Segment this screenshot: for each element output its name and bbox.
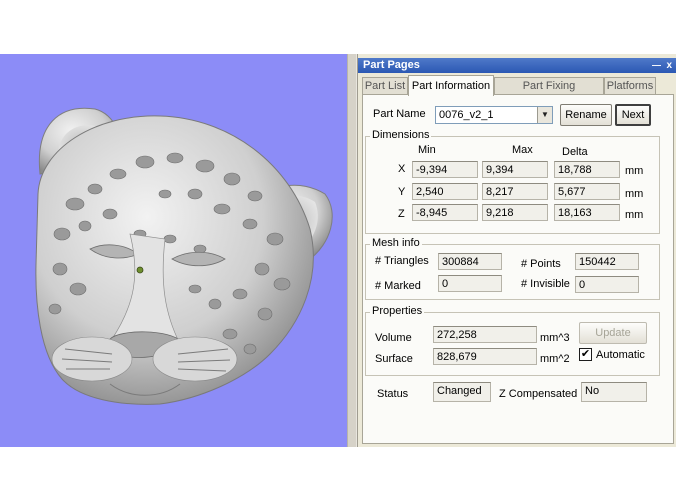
panel-title-bar: Part Pages ― x <box>358 58 676 73</box>
part-name-select[interactable]: 0076_v2_1 ▼ <box>435 106 553 124</box>
surface-label: Surface <box>375 353 413 365</box>
status-field: Changed <box>433 382 491 402</box>
panel-title: Part Pages <box>363 59 420 71</box>
tab-platforms[interactable]: Platforms <box>604 77 656 94</box>
tab-part-fixing-information[interactable]: Part Fixing Information <box>494 77 604 109</box>
y-unit: mm <box>625 188 644 200</box>
panel-splitter[interactable] <box>347 54 357 447</box>
max-header: Max <box>512 144 533 156</box>
marked-label: # Marked <box>375 280 421 292</box>
3d-viewport[interactable] <box>0 54 347 447</box>
dimensions-title: Dimensions <box>370 129 432 141</box>
mesh-info-title: Mesh info <box>370 237 422 249</box>
part-name-value: 0076_v2_1 <box>439 109 494 121</box>
marked-field: 0 <box>438 275 502 292</box>
invisible-label: # Invisible <box>521 278 570 290</box>
z-max-field: 9,218 <box>482 204 548 221</box>
properties-group: Properties Volume 272,258 mm^3 Update Su… <box>365 305 660 376</box>
status-label: Status <box>377 388 409 400</box>
part-pages-panel: Part Pages ― x Part List Part Informatio… <box>357 54 676 447</box>
y-min-field: 2,540 <box>412 183 478 200</box>
volume-unit: mm^3 <box>540 332 570 344</box>
chevron-down-icon[interactable]: ▼ <box>537 107 552 123</box>
x-delta-field: 18,788 <box>554 161 620 178</box>
y-delta-field: 5,677 <box>554 183 620 200</box>
x-unit: mm <box>625 165 644 177</box>
triangles-label: # Triangles <box>375 255 429 267</box>
surface-unit: mm^2 <box>540 353 570 365</box>
y-max-field: 8,217 <box>482 183 548 200</box>
mesh-info-group: Mesh info # Triangles 300884 # Points 15… <box>365 237 660 300</box>
points-field: 150442 <box>575 253 639 270</box>
automatic-checkbox[interactable]: ✔ <box>579 348 592 361</box>
rename-button[interactable]: Rename <box>560 104 612 126</box>
z-compensated-field: No <box>581 382 647 402</box>
automatic-label: Automatic <box>596 349 645 361</box>
update-button[interactable]: Update <box>579 322 647 344</box>
tab-part-list[interactable]: Part List <box>362 77 408 94</box>
x-min-field: -9,394 <box>412 161 478 178</box>
z-delta-field: 18,163 <box>554 204 620 221</box>
pivot-point <box>136 266 144 274</box>
y-axis-label: Y <box>398 186 406 198</box>
z-unit: mm <box>625 209 644 221</box>
pin-icon[interactable]: ― <box>652 58 661 73</box>
volume-label: Volume <box>375 332 412 344</box>
invisible-field: 0 <box>575 276 639 293</box>
dimensions-group: Dimensions Min Max Delta X -9,394 9,394 … <box>365 129 660 234</box>
triangles-field: 300884 <box>438 253 502 270</box>
surface-field: 828,679 <box>433 348 537 365</box>
delta-header: Delta <box>562 146 588 158</box>
x-axis-label: X <box>398 163 406 175</box>
points-label: # Points <box>521 258 561 270</box>
volume-field: 272,258 <box>433 326 537 343</box>
tab-part-information[interactable]: Part Information <box>408 75 494 96</box>
leopard-head-model <box>35 107 333 405</box>
z-min-field: -8,945 <box>412 204 478 221</box>
z-compensated-label: Z Compensated <box>499 388 578 400</box>
x-max-field: 9,394 <box>482 161 548 178</box>
part-information-page: Part Name 0076_v2_1 ▼ Rename Next Dimens… <box>362 94 674 444</box>
min-header: Min <box>418 144 436 156</box>
z-axis-label: Z <box>398 208 405 220</box>
properties-title: Properties <box>370 305 425 317</box>
close-icon[interactable]: x <box>666 58 672 73</box>
part-name-label: Part Name <box>373 108 426 120</box>
next-button[interactable]: Next <box>615 104 651 126</box>
